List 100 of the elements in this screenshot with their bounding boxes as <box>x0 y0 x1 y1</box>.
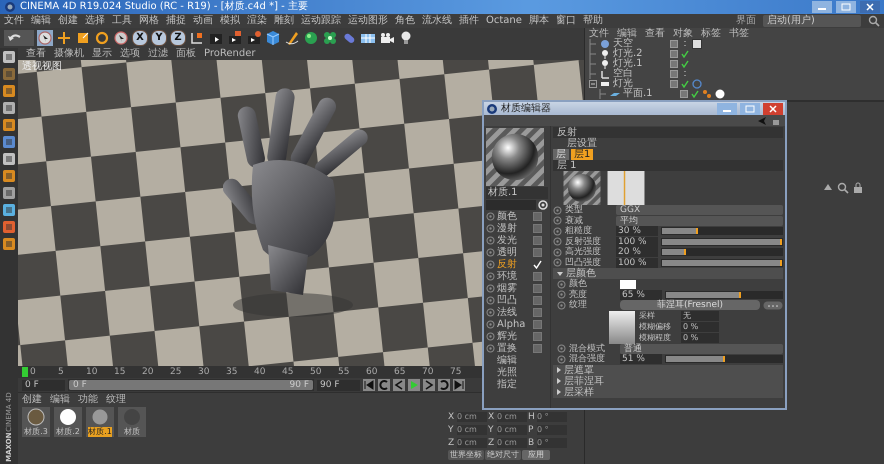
search-icon[interactable] <box>837 182 849 194</box>
checkbox-icon[interactable] <box>533 272 542 281</box>
menu-item[interactable]: 窗口 <box>556 15 576 27</box>
menu-item[interactable]: 脚本 <box>528 15 549 27</box>
axis-lock-button[interactable]: X <box>132 30 148 46</box>
color-swatch[interactable] <box>620 280 636 289</box>
menu-item[interactable]: 运动图形 <box>348 15 388 27</box>
object-name[interactable]: 平面.1 <box>623 89 677 99</box>
tool-icon[interactable] <box>2 186 16 200</box>
current-frame-field[interactable]: 0 F <box>22 380 65 390</box>
value-field[interactable]: 100 % <box>616 236 658 247</box>
channel-item[interactable]: 发光 <box>497 234 531 246</box>
viewport-menu-item[interactable]: 过滤 <box>148 48 168 60</box>
layer-tab[interactable]: 层 <box>553 149 569 160</box>
go-to-start-icon[interactable] <box>363 379 375 391</box>
menu-item[interactable]: 插件 <box>459 15 479 27</box>
keyframe-dot-icon[interactable] <box>553 216 562 226</box>
object-menu-item[interactable]: 书签 <box>729 29 749 39</box>
channel-item[interactable]: 环境 <box>497 270 531 282</box>
checkbox-icon[interactable] <box>533 284 542 293</box>
keyframe-dot-icon[interactable] <box>553 226 562 236</box>
slider-track[interactable] <box>661 227 783 236</box>
channel-item[interactable]: 辉光 <box>497 330 531 342</box>
slider-track[interactable] <box>665 290 783 299</box>
size-field[interactable]: 0 cm <box>497 412 527 422</box>
next-key-icon[interactable] <box>438 379 450 391</box>
apply-button[interactable]: 应用 <box>522 450 550 460</box>
tree-line-icon[interactable] <box>589 69 597 79</box>
step-forward-icon[interactable] <box>423 379 435 391</box>
menu-item[interactable]: 网格 <box>139 15 159 27</box>
tool-icon[interactable] <box>2 203 16 217</box>
tool-icon[interactable] <box>2 84 16 98</box>
value-field[interactable]: 100 % <box>616 258 658 268</box>
keyframe-dot-icon[interactable] <box>557 344 566 354</box>
property-dropdown[interactable]: 普通 <box>620 344 783 354</box>
section-header[interactable]: 层颜色 <box>553 268 783 279</box>
step-back-icon[interactable] <box>393 379 405 391</box>
axis-lock-button[interactable]: Z <box>170 30 186 46</box>
property-dropdown[interactable]: GGX <box>616 205 783 216</box>
tool-icon[interactable] <box>2 237 16 251</box>
checkbox-icon[interactable] <box>533 224 542 233</box>
viewport-menu-item[interactable]: 选项 <box>120 48 140 60</box>
object-menu-item[interactable]: 文件 <box>589 29 609 39</box>
slider-track[interactable] <box>665 355 783 364</box>
scale-icon[interactable] <box>75 30 91 46</box>
value-field[interactable]: 30 % <box>616 226 658 236</box>
material-item[interactable]: 材质.3 <box>22 407 50 437</box>
value-field[interactable]: 20 % <box>616 247 658 258</box>
checkbox-icon[interactable] <box>533 332 542 341</box>
more-icon[interactable] <box>763 300 783 310</box>
tool-icon[interactable] <box>2 152 16 166</box>
pointer-icon[interactable] <box>37 30 53 46</box>
material-menu-item[interactable]: 创建 <box>22 394 42 407</box>
size-mode-dropdown[interactable]: 绝对尺寸 <box>485 450 521 460</box>
size-field[interactable]: 0 cm <box>497 438 527 448</box>
previous-key-icon[interactable] <box>378 379 390 391</box>
axis-lock-button[interactable]: Y <box>151 30 167 46</box>
menu-item[interactable]: 运动跟踪 <box>301 15 341 27</box>
menu-item[interactable]: 帮助 <box>582 15 603 27</box>
end-frame-field[interactable]: 90 F <box>317 380 360 390</box>
material-item[interactable]: 材质 <box>118 407 146 437</box>
channel-item[interactable]: 反射 <box>497 258 531 270</box>
undo-icon[interactable] <box>4 30 34 46</box>
object-menu-item[interactable]: 标签 <box>701 29 721 39</box>
pen-icon[interactable] <box>284 30 300 46</box>
checkbox-icon[interactable] <box>533 344 542 353</box>
menu-item[interactable]: 文件 <box>4 15 24 27</box>
tree-line-icon[interactable] <box>599 89 607 99</box>
object-name[interactable]: 灯光.1 <box>613 59 667 69</box>
pointer-icon[interactable] <box>113 30 129 46</box>
tree-line-icon[interactable] <box>589 49 597 59</box>
menu-item[interactable]: 动画 <box>193 15 213 27</box>
material-menu-item[interactable]: 编辑 <box>50 394 70 407</box>
coordinate-system-icon[interactable] <box>189 30 205 46</box>
value-field[interactable]: 0 % <box>681 332 719 342</box>
object-name[interactable]: 空白 <box>613 69 667 79</box>
channel-item[interactable]: Alpha <box>497 318 531 330</box>
value-field[interactable]: 0 % <box>681 322 719 332</box>
texture-tag-icon[interactable] <box>692 39 702 49</box>
object-menu-item[interactable]: 对象 <box>673 29 693 39</box>
layer-tab[interactable]: 层1 <box>571 149 594 160</box>
channel-item[interactable]: 烟雾 <box>497 282 531 294</box>
target-tag-icon[interactable] <box>692 79 702 89</box>
position-field[interactable]: 0 cm <box>457 425 487 435</box>
lock-icon[interactable] <box>852 182 864 194</box>
menu-item[interactable]: 流水线 <box>422 15 452 27</box>
menu-item[interactable]: 选择 <box>85 15 105 27</box>
checkbox-icon[interactable] <box>533 236 542 245</box>
section-header[interactable]: 层采样 <box>553 386 783 398</box>
channel-item[interactable]: 凹凸 <box>497 294 531 306</box>
channel-item[interactable]: 颜色 <box>497 210 531 222</box>
tool-icon[interactable] <box>2 135 16 149</box>
slider-track[interactable] <box>661 248 783 256</box>
material-name-field[interactable]: 材质.1 <box>486 187 548 199</box>
channel-item[interactable]: 透明 <box>497 246 531 258</box>
object-menu-item[interactable]: 查看 <box>645 29 665 39</box>
rotation-field[interactable]: 0 ° <box>537 412 567 422</box>
position-field[interactable]: 0 cm <box>457 438 487 448</box>
arrow-left-icon[interactable] <box>757 116 767 126</box>
keyframe-dot-icon[interactable] <box>553 248 562 257</box>
